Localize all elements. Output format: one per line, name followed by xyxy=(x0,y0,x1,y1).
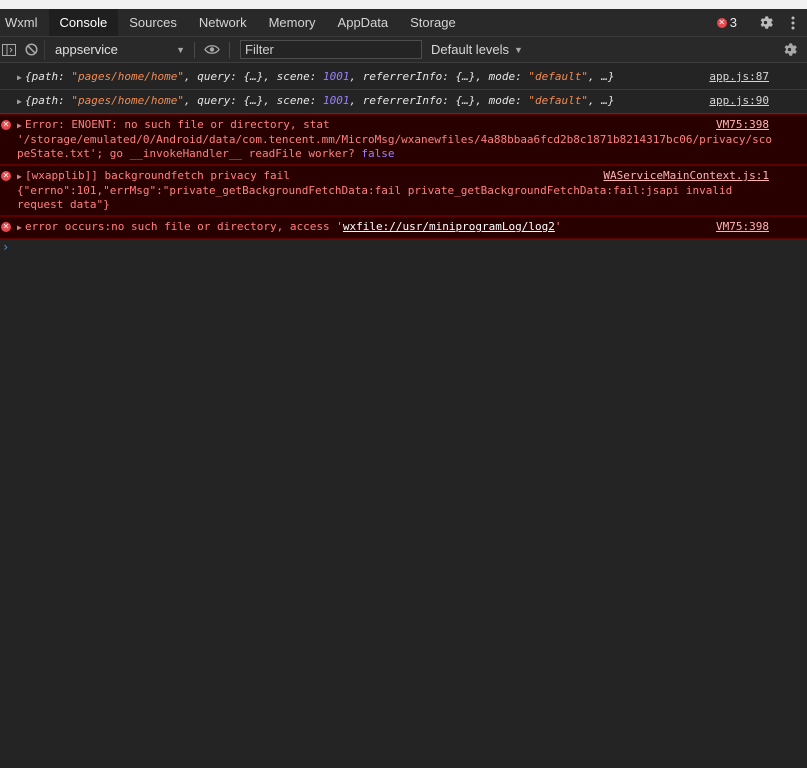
source-link[interactable]: VM75:398 xyxy=(716,118,769,132)
expand-triangle-icon[interactable]: ▶ xyxy=(17,95,25,109)
expand-triangle-icon[interactable]: ▶ xyxy=(17,119,25,133)
expand-triangle-icon[interactable]: ▶ xyxy=(17,170,25,184)
error-circle-icon: ✕ xyxy=(716,17,727,28)
console-settings-button[interactable] xyxy=(776,37,802,62)
eye-icon xyxy=(204,45,220,54)
clear-console-icon xyxy=(24,43,38,56)
devtools-window: Wxml Console Sources Network Memory AppD… xyxy=(0,0,807,768)
console-error-message[interactable]: ✕ ▶ [wxapplib]] backgroundfetch privacy f… xyxy=(0,165,807,216)
tab-memory[interactable]: Memory xyxy=(258,9,327,36)
window-top-strip xyxy=(0,0,807,9)
error-circle-icon: ✕ xyxy=(1,171,11,181)
kebab-menu-icon xyxy=(791,16,795,29)
log-levels-dropdown[interactable]: Default levels ▼ xyxy=(431,42,523,57)
chevron-down-icon: ▼ xyxy=(176,44,185,55)
log-object: {path: "pages/home/home", query: {…}, sc… xyxy=(25,94,615,107)
console-error-message[interactable]: ✕ ▶ error occurs:no such file or director… xyxy=(0,216,807,239)
tab-storage[interactable]: Storage xyxy=(399,9,467,36)
settings-button[interactable] xyxy=(751,9,779,36)
gear-icon xyxy=(784,43,797,56)
toolbar-divider xyxy=(194,41,195,58)
context-selector[interactable]: appservice ▼ xyxy=(44,39,190,60)
source-link[interactable]: app.js:87 xyxy=(709,70,769,84)
error-text: [wxapplib]] backgroundfetch privacy fail xyxy=(25,169,290,182)
show-sidebar-button[interactable] xyxy=(0,37,18,62)
tab-wxml[interactable]: Wxml xyxy=(0,9,49,36)
console-prompt[interactable]: › xyxy=(0,239,807,254)
clear-console-button[interactable] xyxy=(18,37,44,62)
console-toolbar: appservice ▼ Default levels ▼ xyxy=(0,37,807,63)
gear-icon xyxy=(760,16,773,29)
console-log-message[interactable]: ▶ {path: "pages/home/home", query: {…}, s… xyxy=(0,90,807,114)
error-circle-icon: ✕ xyxy=(1,120,11,130)
console-error-message[interactable]: ✕ ▶ Error: ENOENT: no such file or direct… xyxy=(0,114,807,165)
prompt-chevron-icon: › xyxy=(2,240,10,254)
error-text: peState.txt'; go __invokeHandler__ readF… xyxy=(17,147,395,160)
devtools-tab-bar: Wxml Console Sources Network Memory AppD… xyxy=(0,9,807,37)
error-text: request data"} xyxy=(17,198,110,211)
error-count: 3 xyxy=(729,15,737,30)
error-text: error occurs:no such file or directory, … xyxy=(25,220,343,233)
expand-triangle-icon[interactable]: ▶ xyxy=(17,221,25,235)
context-value: appservice xyxy=(55,42,118,57)
tab-sources[interactable]: Sources xyxy=(118,9,188,36)
toolbar-divider xyxy=(229,41,230,58)
tab-console[interactable]: Console xyxy=(48,9,119,36)
live-expression-button[interactable] xyxy=(199,37,225,62)
expand-triangle-icon[interactable]: ▶ xyxy=(17,71,25,85)
source-link[interactable]: VM75:398 xyxy=(716,220,769,234)
error-text: ' xyxy=(554,220,562,233)
error-circle-icon: ✕ xyxy=(1,222,11,232)
log-object: {path: "pages/home/home", query: {…}, sc… xyxy=(25,70,615,83)
error-counter[interactable]: ✕ 3 xyxy=(716,15,737,30)
tab-appdata[interactable]: AppData xyxy=(327,9,400,36)
filter-input[interactable] xyxy=(240,40,422,59)
levels-label: Default levels xyxy=(431,42,510,57)
file-link[interactable]: wxfile://usr/miniprogramLog/log2 xyxy=(343,220,555,233)
chevron-down-icon: ▼ xyxy=(514,44,523,55)
source-link[interactable]: WAServiceMainContext.js:1 xyxy=(603,169,769,183)
error-text: Error: ENOENT: no such file or directory… xyxy=(25,118,330,131)
sidebar-toggle-icon xyxy=(2,43,16,56)
console-log-message[interactable]: ▶ {path: "pages/home/home", query: {…}, s… xyxy=(0,66,807,90)
error-text: '/storage/emulated/0/Android/data/com.te… xyxy=(17,133,772,146)
error-text: {"errno":101,"errMsg":"private_getBackgr… xyxy=(17,184,733,197)
tab-network[interactable]: Network xyxy=(188,9,258,36)
console-output: ▶ {path: "pages/home/home", query: {…}, s… xyxy=(0,63,807,254)
more-options-button[interactable] xyxy=(779,9,807,36)
source-link[interactable]: app.js:90 xyxy=(709,94,769,108)
tab-bar-actions: ✕ 3 xyxy=(716,9,807,36)
